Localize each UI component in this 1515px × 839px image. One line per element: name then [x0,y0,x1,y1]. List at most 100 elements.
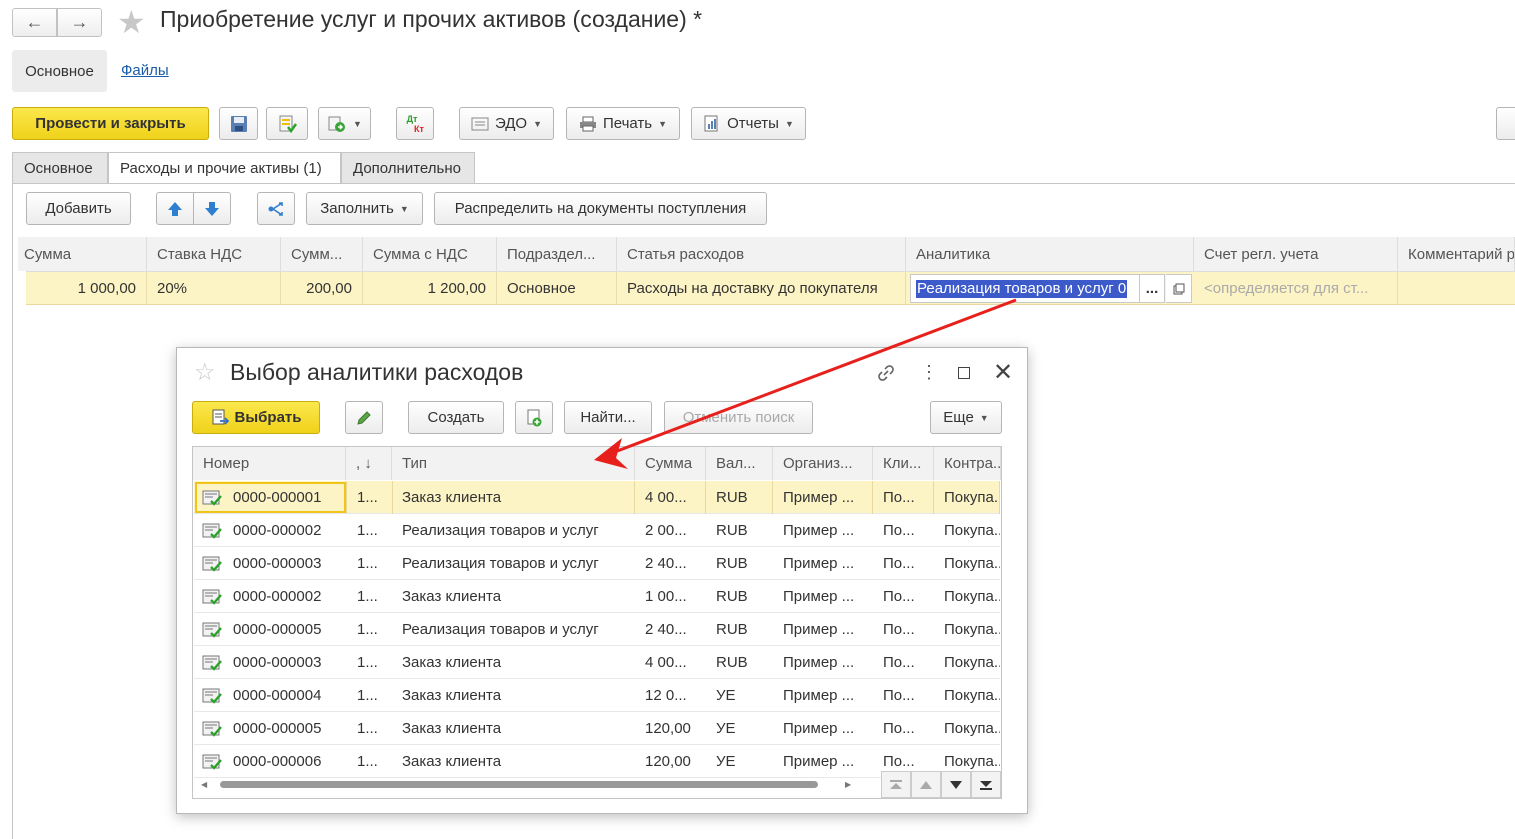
favorite-star-icon[interactable]: ★ [117,4,146,40]
col-header-sum-with-vat[interactable]: Сумма с НДС [363,237,497,271]
dcell-sum[interactable]: 1 00... [635,580,706,613]
dcell-number[interactable]: 0000-000004 [230,679,347,712]
cancel-search-button[interactable]: Отменить поиск [664,401,813,434]
go-last-button[interactable] [971,771,1001,798]
dcell-type[interactable]: Заказ клиента [392,745,635,778]
dcell-contractor[interactable]: Покупа... [934,547,1000,580]
col-header-sum[interactable]: Сумма [18,237,147,271]
analytics-select-button[interactable]: ... [1140,274,1165,303]
add-row-button[interactable]: Добавить [26,192,131,225]
dcol-header-currency[interactable]: Вал... [706,447,773,480]
dcell-sum[interactable]: 120,00 [635,745,706,778]
dcell-organization[interactable]: Пример ... [773,679,873,712]
dialog-menu-icon[interactable]: ⋮ [920,362,938,382]
scroll-right-arrow[interactable]: ▶ [845,780,851,789]
col-header-account[interactable]: Счет регл. учета [1194,237,1398,271]
dcell-currency[interactable]: RUB [706,481,773,514]
dcell-contractor[interactable]: Покупа... [934,481,1000,514]
dcell-organization[interactable]: Пример ... [773,481,873,514]
dcell-contractor[interactable]: Покупа... [934,514,1000,547]
dcell-organization[interactable]: Пример ... [773,712,873,745]
dcell-number[interactable]: 0000-000002 [230,580,347,613]
dcell-contractor[interactable]: Покупа... [934,580,1000,613]
col-header-department[interactable]: Подраздел... [497,237,617,271]
cell-account[interactable]: <определяется для ст... [1194,272,1398,304]
dcell-client[interactable]: По... [873,481,934,514]
scrollbar-thumb[interactable] [220,781,818,788]
more-button[interactable]: Еще ▼ [930,401,1002,434]
dcell-sum[interactable]: 2 40... [635,613,706,646]
dialog-favorite-star-icon[interactable]: ☆ [194,360,216,386]
dcell-number[interactable]: 0000-000003 [230,547,347,580]
horizontal-scrollbar[interactable] [214,778,840,791]
dcell-date[interactable]: 1... [347,646,393,679]
nav-link-main[interactable]: Основное [12,50,107,92]
dialog-table-row[interactable]: 0000-000003 1... Заказ клиента 4 00... RUB Пр… [194,646,1000,679]
dcell-currency[interactable]: УЕ [706,679,773,712]
col-header-analytics[interactable]: Аналитика [906,237,1194,271]
create-based-on-button[interactable]: ▼ [318,107,371,140]
dcell-number[interactable]: 0000-000002 [230,514,347,547]
more-actions-button[interactable] [1496,107,1515,140]
dcell-number[interactable]: 0000-000003 [230,646,347,679]
create-button[interactable]: Создать [408,401,504,434]
dcell-organization[interactable]: Пример ... [773,580,873,613]
tab-expenses[interactable]: Расходы и прочие активы (1) [108,152,341,184]
print-button[interactable]: Печать ▼ [566,107,680,140]
post-and-close-button[interactable]: Провести и закрыть [12,107,209,140]
dcell-client[interactable]: По... [873,613,934,646]
dcell-type[interactable]: Реализация товаров и услуг [392,514,635,547]
cell-department[interactable]: Основное [497,272,617,304]
tab-additional[interactable]: Дополнительно [341,152,475,183]
dcell-date[interactable]: 1... [347,514,393,547]
split-row-button[interactable] [257,192,295,225]
link-icon[interactable] [876,363,896,387]
post-button[interactable] [266,107,308,140]
nav-link-files[interactable]: Файлы [121,62,169,79]
dcol-header-contractor[interactable]: Контра... [934,447,1001,480]
dcell-sum[interactable]: 4 00... [635,481,706,514]
dcell-type[interactable]: Заказ клиента [392,580,635,613]
dialog-table-row[interactable]: 0000-000002 1... Заказ клиента 1 00... RUB Пр… [194,580,1000,613]
dialog-table-row[interactable]: 0000-000002 1... Реализация товаров и услу… [194,514,1000,547]
dcell-date[interactable]: 1... [347,679,393,712]
cell-expense-item[interactable]: Расходы на доставку до покупателя [617,272,906,304]
dcell-sum[interactable]: 2 00... [635,514,706,547]
dcell-organization[interactable]: Пример ... [773,547,873,580]
maximize-icon[interactable] [958,367,970,379]
dcell-date[interactable]: 1... [347,712,393,745]
dcell-currency[interactable]: RUB [706,514,773,547]
dcell-organization[interactable]: Пример ... [773,745,873,778]
dcell-currency[interactable]: RUB [706,547,773,580]
go-first-button[interactable] [881,771,911,798]
dialog-table-row[interactable]: 0000-000004 1... Заказ клиента 12 0... УЕ При… [194,679,1000,712]
dcell-client[interactable]: По... [873,679,934,712]
dcell-contractor[interactable]: Покупа... [934,679,1000,712]
dcell-type[interactable]: Реализация товаров и услуг [392,547,635,580]
dcell-contractor[interactable]: Покупа... [934,712,1000,745]
dcell-number[interactable]: 0000-000005 [230,613,347,646]
dcell-type[interactable]: Заказ клиента [392,679,635,712]
dialog-table-row[interactable]: 0000-000006 1... Заказ клиента 120,00 УЕ Прим… [194,745,1000,778]
cell-sum-with-vat[interactable]: 1 200,00 [363,272,497,304]
save-button[interactable] [219,107,258,140]
dcell-currency[interactable]: RUB [706,613,773,646]
col-header-expense-item[interactable]: Статья расходов [617,237,906,271]
back-button[interactable]: ← [12,8,57,37]
reports-button[interactable]: Отчеты ▼ [691,107,806,140]
dcell-client[interactable]: По... [873,712,934,745]
dcell-contractor[interactable]: Покупа... [934,646,1000,679]
dcell-type[interactable]: Заказ клиента [392,712,635,745]
dcell-contractor[interactable]: Покупа... [934,613,1000,646]
dcell-number[interactable]: 0000-000006 [230,745,347,778]
page-up-button[interactable] [911,771,941,798]
cell-vat-rate[interactable]: 20% [147,272,281,304]
dialog-table-row[interactable]: 0000-000001 1... Заказ клиента 4 00... RUB Пр… [194,481,1000,514]
forward-button[interactable]: → [57,8,102,37]
cell-sum[interactable]: 1 000,00 [26,272,147,304]
scroll-left-arrow[interactable]: ◀ [201,780,207,789]
move-up-button[interactable] [156,192,194,225]
dcell-sum[interactable]: 4 00... [635,646,706,679]
col-header-vat-rate[interactable]: Ставка НДС [147,237,281,271]
select-button[interactable]: Выбрать [192,401,320,434]
